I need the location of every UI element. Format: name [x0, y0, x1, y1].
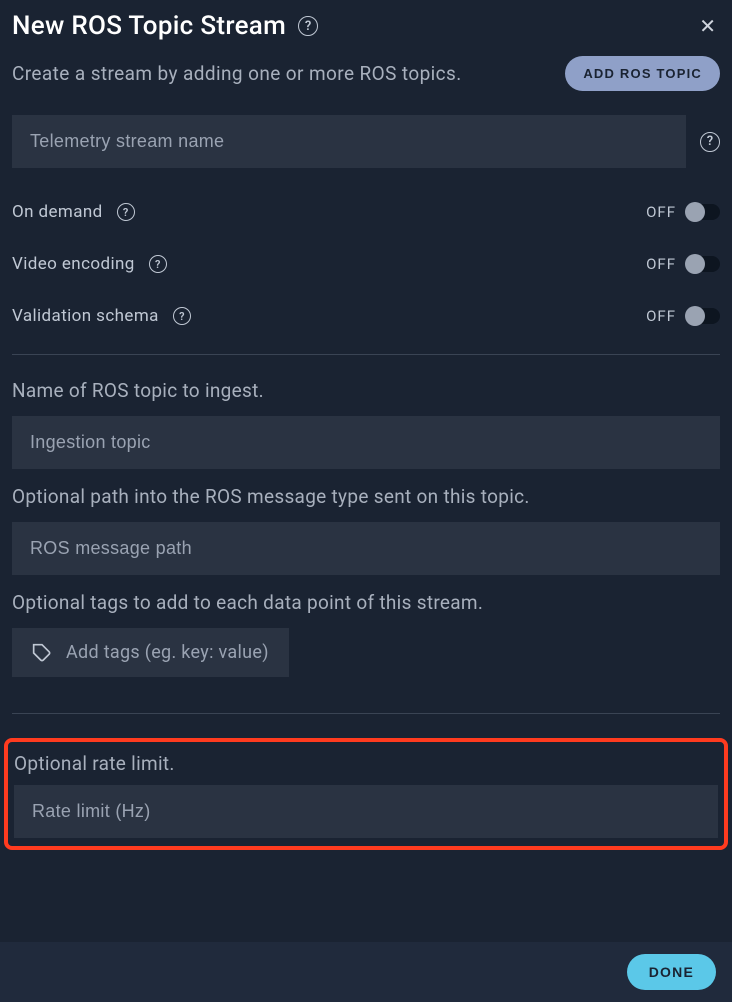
- stream-name-input[interactable]: [12, 115, 686, 168]
- video-encoding-state: OFF: [646, 255, 676, 273]
- add-ros-topic-button[interactable]: ADD ROS TOPIC: [565, 56, 720, 91]
- on-demand-state: OFF: [646, 203, 676, 221]
- tags-placeholder: Add tags (eg. key: value): [66, 642, 269, 663]
- help-icon[interactable]: ?: [298, 16, 318, 36]
- video-encoding-row: Video encoding ? OFF: [12, 238, 720, 290]
- rate-limit-highlight: Optional rate limit.: [4, 738, 728, 850]
- divider: [12, 713, 720, 714]
- on-demand-label: On demand: [12, 202, 103, 222]
- divider: [12, 354, 720, 355]
- tags-input[interactable]: Add tags (eg. key: value): [12, 628, 289, 677]
- on-demand-row: On demand ? OFF: [12, 186, 720, 238]
- path-section-label: Optional path into the ROS message type …: [12, 485, 720, 508]
- rate-section-label: Optional rate limit.: [14, 752, 718, 775]
- help-icon[interactable]: ?: [149, 255, 167, 273]
- page-title: New ROS Topic Stream: [12, 11, 286, 41]
- ingest-section-label: Name of ROS topic to ingest.: [12, 379, 720, 402]
- on-demand-toggle[interactable]: [686, 204, 720, 220]
- validation-schema-toggle[interactable]: [686, 308, 720, 324]
- done-button[interactable]: DONE: [627, 954, 716, 990]
- video-encoding-label: Video encoding: [12, 254, 135, 274]
- help-icon[interactable]: ?: [173, 307, 191, 325]
- validation-schema-label: Validation schema: [12, 306, 159, 326]
- tag-icon: [32, 643, 52, 663]
- ingestion-topic-input[interactable]: [12, 416, 720, 469]
- validation-schema-row: Validation schema ? OFF: [12, 290, 720, 342]
- close-icon[interactable]: ✕: [695, 10, 720, 42]
- ros-message-path-input[interactable]: [12, 522, 720, 575]
- rate-limit-input[interactable]: [14, 785, 718, 838]
- video-encoding-toggle[interactable]: [686, 256, 720, 272]
- tags-section-label: Optional tags to add to each data point …: [12, 591, 720, 614]
- page-subtitle: Create a stream by adding one or more RO…: [12, 62, 462, 85]
- validation-schema-state: OFF: [646, 307, 676, 325]
- help-icon[interactable]: ?: [117, 203, 135, 221]
- footer-bar: DONE: [0, 942, 732, 1002]
- help-icon[interactable]: ?: [700, 132, 720, 152]
